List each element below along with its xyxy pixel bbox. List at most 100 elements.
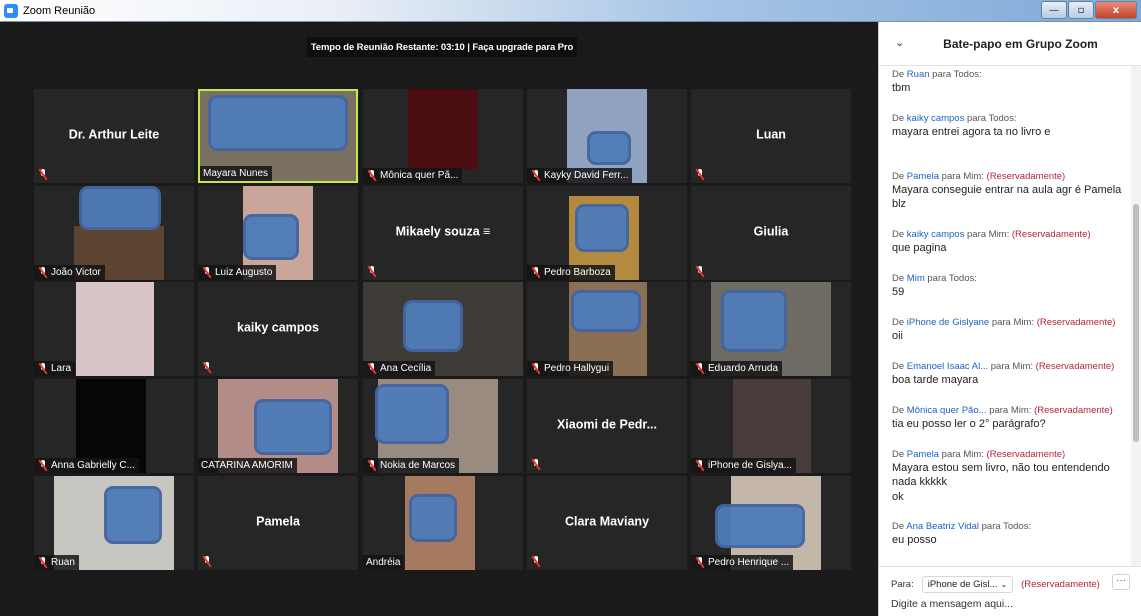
participant-label-text: Eduardo Arruda	[708, 363, 779, 374]
participant-tile[interactable]: Kayky David Ferr...	[527, 89, 687, 183]
maximize-button[interactable]: ▫	[1068, 1, 1094, 19]
participant-tile[interactable]: Dr. Arthur Leite	[34, 89, 194, 183]
de-word: De	[892, 171, 905, 182]
participant-tile[interactable]: Ana Cecília	[363, 282, 523, 376]
muted-mic-icon	[202, 267, 211, 278]
message-text: eu posso	[892, 534, 937, 546]
participant-tile[interactable]: Pedro Barboza	[527, 186, 687, 280]
participant-label-text: Pedro Henrique ...	[708, 557, 790, 568]
recipient-select[interactable]: iPhone de Gisl... ⌄	[921, 576, 1014, 593]
muted-mic-icon	[202, 362, 211, 373]
face-blur-overlay	[715, 504, 805, 548]
title-bar: Zoom Reunião — ▫ x	[0, 0, 1141, 22]
minimize-button[interactable]: —	[1041, 1, 1067, 19]
chat-message: De Ruan para Todos: tbm	[892, 68, 1128, 95]
participant-label-text: Nokia de Marcos	[380, 460, 456, 471]
participant-tile[interactable]: Andréia	[363, 476, 523, 570]
more-options-button[interactable]: ···	[1112, 574, 1130, 590]
chat-scrollbar[interactable]	[1131, 66, 1141, 566]
participant-label-text: João Victor	[51, 267, 101, 278]
message-meta: De Mônica quer Pão... para Mim: (Reserva…	[892, 405, 1113, 416]
chat-message: De Mim para Todos: 59	[892, 272, 1128, 299]
sender-name[interactable]: Pamela	[907, 171, 939, 182]
sender-name[interactable]: Pamela	[907, 449, 939, 460]
participant-tile[interactable]: Luiz Augusto	[198, 186, 358, 280]
message-text: que pagina	[892, 242, 947, 254]
private-tag: (Reservadamente)	[986, 171, 1066, 182]
private-tag: (Reservadamente)	[1011, 229, 1091, 240]
muted-mic-icon	[38, 557, 47, 568]
message-meta: De kaiky campos para Mim: (Reservadament…	[892, 229, 1091, 240]
de-word: De	[892, 113, 905, 124]
close-button[interactable]: x	[1095, 1, 1137, 19]
sender-name[interactable]: iPhone de Gislyane	[907, 317, 989, 328]
participant-tile[interactable]: Pedro Hallygui	[527, 282, 687, 376]
message-text: mayara entrei agora ta no livro e	[892, 126, 1051, 138]
participant-tile[interactable]: Pamela	[198, 476, 358, 570]
sender-name[interactable]: kaiky campos	[907, 113, 965, 124]
participant-tile[interactable]: Mônica quer Pã...	[363, 89, 523, 183]
participant-name-label: João Victor	[34, 265, 105, 280]
participant-tile[interactable]: Clara Maviany	[527, 476, 687, 570]
face-blur-overlay	[79, 186, 161, 230]
sender-name[interactable]: Mim	[907, 273, 925, 284]
private-tag: (Reservadamente)	[1035, 361, 1115, 372]
message-meta: De kaiky campos para Todos:	[892, 113, 1017, 124]
participant-tile[interactable]: Pedro Henrique ...	[691, 476, 851, 570]
participant-name-label: Pedro Hallygui	[527, 361, 614, 376]
face-blur-overlay	[208, 95, 348, 151]
participant-tile[interactable]: Eduardo Arruda	[691, 282, 851, 376]
participant-tile[interactable]: Luan	[691, 89, 851, 183]
para-word: para	[967, 113, 987, 124]
face-blur-overlay	[409, 494, 457, 542]
chat-message: De Pamela para Mim: (Reservadamente) Maya…	[892, 448, 1128, 489]
muted-mic-icon	[202, 556, 211, 567]
meeting-time-banner[interactable]: Tempo de Reunião Restante: 03:10 | Faça …	[307, 37, 577, 57]
chat-messages: De Ruan para Todos: tbm De kaiky campos pa…	[879, 66, 1131, 566]
participant-tile[interactable]: Xiaomi de Pedr...	[527, 379, 687, 473]
face-blur-overlay	[721, 290, 787, 352]
participant-tile[interactable]: iPhone de Gislya...	[691, 379, 851, 473]
participant-name-label: CATARINA AMORIM	[198, 458, 297, 473]
chat-message: De kaiky campos para Mim: (Reservadament…	[892, 228, 1128, 255]
message-text: 59	[892, 286, 905, 298]
participant-tile[interactable]: Anna Gabrielly C...	[34, 379, 194, 473]
participant-label-text: CATARINA AMORIM	[201, 460, 293, 471]
participant-tile[interactable]: Giulia	[691, 186, 851, 280]
sender-name[interactable]: Ruan	[907, 69, 930, 80]
participant-name-center: Clara Maviany	[564, 514, 650, 529]
chat-message-input[interactable]	[891, 598, 1129, 610]
participant-name-label: Nokia de Marcos	[363, 458, 460, 473]
para-word: para	[991, 317, 1011, 328]
de-word: De	[892, 229, 905, 240]
participant-tile[interactable]: CATARINA AMORIM	[198, 379, 358, 473]
muted-mic-icon	[531, 556, 540, 567]
message-meta: De Emanoel Isaac Al... para Mim: (Reserv…	[892, 361, 1115, 372]
message-text: Mayara estou sem livro, não tou entenden…	[892, 462, 1110, 488]
para-word: para	[989, 405, 1009, 416]
participant-tile[interactable]: kaiky campos	[198, 282, 358, 376]
sender-name[interactable]: Emanoel Isaac Al...	[907, 361, 988, 372]
participant-name-label: Andréia	[363, 555, 405, 570]
sender-name[interactable]: Ana Beatriz Vidal	[906, 521, 979, 532]
scrollbar-thumb[interactable]	[1133, 204, 1139, 442]
participant-name-center: Pamela	[256, 514, 300, 529]
sender-name[interactable]: kaiky campos	[907, 229, 965, 240]
face-blur-overlay	[375, 384, 449, 444]
message-meta: De Pamela para Mim: (Reservadamente)	[892, 171, 1066, 182]
participant-tile[interactable]: João Victor	[34, 186, 194, 280]
sender-name[interactable]: Mônica quer Pão...	[907, 405, 987, 416]
participant-tile[interactable]: Mayara Nunes	[198, 89, 358, 183]
participant-tile[interactable]: Lara	[34, 282, 194, 376]
participant-label-text: Andréia	[366, 557, 401, 568]
participant-tile[interactable]: Ruan	[34, 476, 194, 570]
participant-tile[interactable]: Mikaely souza ≡	[363, 186, 523, 280]
message-text: ok	[892, 491, 904, 503]
de-word: De	[892, 69, 905, 80]
de-word: De	[892, 405, 905, 416]
recipient-name: Todos	[953, 69, 979, 80]
message-text: tia eu posso ler o 2° parágrafo?	[892, 418, 1046, 430]
message-meta: De iPhone de Gislyane para Mim: (Reserva…	[892, 317, 1116, 328]
message-text: oii	[892, 330, 904, 342]
participant-tile[interactable]: Nokia de Marcos	[363, 379, 523, 473]
